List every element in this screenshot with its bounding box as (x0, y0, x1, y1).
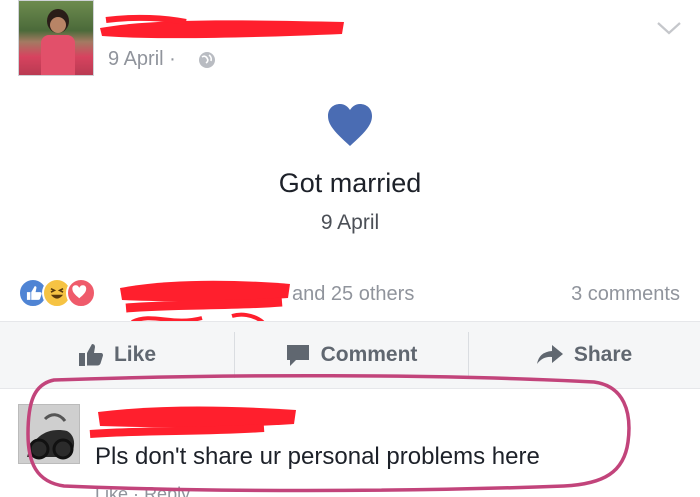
comment-bubble-icon (286, 345, 309, 366)
comment-button[interactable]: Comment (234, 322, 468, 388)
comment-like-link[interactable]: Like (95, 484, 128, 497)
comment-action-separator: · (133, 484, 140, 497)
life-event-date: 9 April (320, 211, 380, 234)
divider (0, 388, 700, 389)
comment-text: Pls don't share ur personal problems her… (95, 443, 540, 470)
reaction-others-text[interactable]: and 25 others (292, 283, 414, 306)
like-label: Like (113, 343, 157, 366)
comments-count[interactable]: 3 comments (571, 283, 680, 306)
like-button[interactable]: Like (0, 322, 234, 388)
love-reaction-icon (66, 278, 96, 308)
poster-avatar[interactable] (18, 0, 94, 76)
commenter-avatar[interactable] (18, 404, 80, 464)
thumbs-up-icon (78, 344, 103, 366)
chevron-down-icon[interactable] (655, 18, 683, 38)
life-event-title: Got married (278, 168, 422, 198)
poster-name-redaction (100, 14, 344, 39)
reaction-icons[interactable] (18, 278, 118, 308)
action-bar: Like Comment Share (0, 322, 700, 388)
share-label: Share (573, 343, 633, 366)
comment-reply-link[interactable]: Reply (144, 484, 190, 497)
globe-icon (199, 52, 215, 68)
facebook-post: 9 April · Got married 9 April and 25 oth… (0, 0, 700, 497)
post-timestamp[interactable]: 9 April · (108, 48, 176, 71)
commenter-name-redaction (89, 406, 296, 438)
comment-actions: Like · Reply (95, 484, 190, 497)
heart-icon (328, 104, 372, 146)
share-button[interactable]: Share (468, 322, 700, 388)
share-arrow-icon (536, 345, 563, 364)
comment-label: Comment (320, 343, 418, 366)
